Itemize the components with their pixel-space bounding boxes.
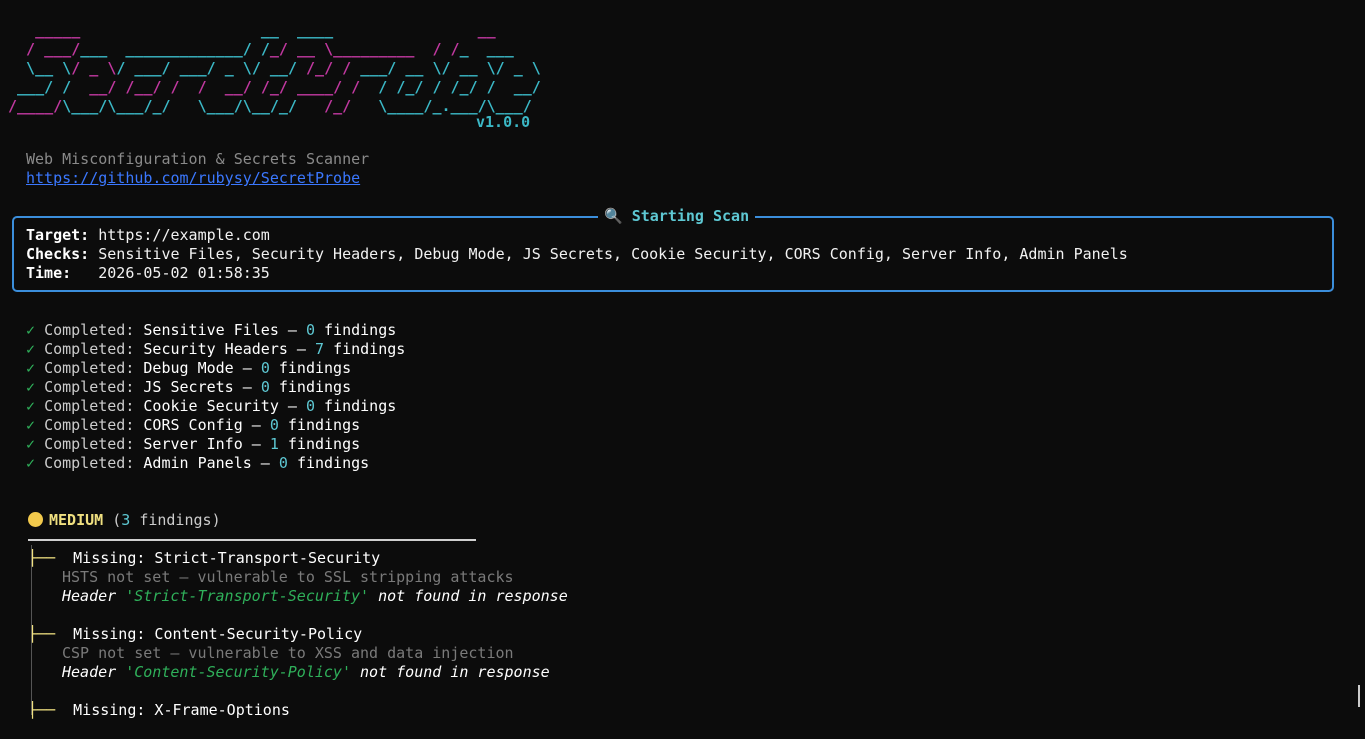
finding-description: HSTS not set — vulnerable to SSL strippi… bbox=[62, 568, 514, 586]
check-name: Security Headers bbox=[143, 340, 288, 358]
time-value: 2026-05-02 01:58:35 bbox=[98, 264, 270, 282]
finding-title: ├── Missing: X-Frame-Options bbox=[28, 701, 290, 719]
check-name: JS Secrets bbox=[143, 378, 234, 396]
check-name: Sensitive Files bbox=[143, 321, 279, 339]
finding-title: ├── Missing: Content-Security-Policy bbox=[28, 625, 363, 643]
repo-link[interactable]: https://github.com/rubysy/SecretProbe bbox=[26, 169, 360, 188]
check-icon: ✓ bbox=[26, 340, 36, 358]
completed-row: ✓ Completed: Server Info – 1 findings bbox=[26, 435, 361, 453]
finding-count: 0 bbox=[305, 321, 315, 339]
severity-count: (3 findings) bbox=[112, 511, 221, 529]
finding-count: 7 bbox=[315, 340, 325, 358]
target-value: https://example.com bbox=[98, 226, 270, 244]
time-row: Time: 2026-05-02 01:58:35 bbox=[26, 264, 270, 282]
finding-evidence: Header 'Strict-Transport-Security' not f… bbox=[62, 587, 568, 605]
check-icon: ✓ bbox=[26, 378, 36, 396]
checks-row: Checks: Sensitive Files, Security Header… bbox=[26, 245, 1128, 263]
check-icon: ✓ bbox=[26, 321, 36, 339]
completed-row: ✓ Completed: Security Headers – 7 findin… bbox=[26, 340, 406, 358]
check-name: Debug Mode bbox=[143, 359, 234, 377]
severity-header: MEDIUM (3 findings) bbox=[28, 511, 221, 530]
completed-row: ✓ Completed: CORS Config – 0 findings bbox=[26, 416, 361, 434]
finding-title: ├── Missing: Strict-Transport-Security bbox=[28, 549, 381, 567]
finding-count: 0 bbox=[269, 416, 279, 434]
check-name: Cookie Security bbox=[143, 397, 279, 415]
check-icon: ✓ bbox=[26, 416, 36, 434]
finding-evidence: Header 'Content-Security-Policy' not fou… bbox=[62, 663, 550, 681]
tree-branch: ├── bbox=[28, 701, 56, 719]
target-row: Target: https://example.com bbox=[26, 226, 270, 244]
check-name: CORS Config bbox=[143, 416, 243, 434]
tagline: Web Misconfiguration & Secrets Scanner bbox=[26, 150, 370, 168]
scrollbar-thumb[interactable] bbox=[1358, 685, 1360, 707]
completed-row: ✓ Completed: Cookie Security – 0 finding… bbox=[26, 397, 397, 415]
finding-description: CSP not set — vulnerable to XSS and data… bbox=[62, 644, 514, 662]
panel-title: 🔍 Starting Scan bbox=[598, 207, 756, 226]
finding-count: 0 bbox=[260, 359, 270, 377]
completed-row: ✓ Completed: Admin Panels – 0 findings bbox=[26, 454, 370, 472]
check-icon: ✓ bbox=[26, 435, 36, 453]
check-icon: ✓ bbox=[26, 359, 36, 377]
completed-row: ✓ Completed: Debug Mode – 0 findings bbox=[26, 359, 352, 377]
check-icon: ✓ bbox=[26, 397, 36, 415]
tree-branch: ├── bbox=[28, 549, 56, 567]
checks-value: Sensitive Files, Security Headers, Debug… bbox=[98, 245, 1128, 263]
finding-count: 0 bbox=[278, 454, 288, 472]
severity-divider bbox=[28, 539, 476, 541]
magnifier-icon: 🔍 bbox=[604, 207, 623, 225]
finding-count: 0 bbox=[260, 378, 270, 396]
check-icon: ✓ bbox=[26, 454, 36, 472]
yellow-circle-icon bbox=[28, 512, 43, 527]
finding-count: 1 bbox=[269, 435, 279, 453]
check-name: Server Info bbox=[143, 435, 243, 453]
severity-label: MEDIUM bbox=[49, 511, 104, 529]
completed-row: ✓ Completed: JS Secrets – 0 findings bbox=[26, 378, 352, 396]
check-name: Admin Panels bbox=[143, 454, 252, 472]
completed-row: ✓ Completed: Sensitive Files – 0 finding… bbox=[26, 321, 397, 339]
ascii-logo: _____ __ ____ __ / ___/___ _____________… bbox=[8, 21, 541, 115]
finding-count: 0 bbox=[305, 397, 315, 415]
tree-branch: ├── bbox=[28, 625, 56, 643]
version-label: v1.0.0 bbox=[476, 113, 531, 131]
